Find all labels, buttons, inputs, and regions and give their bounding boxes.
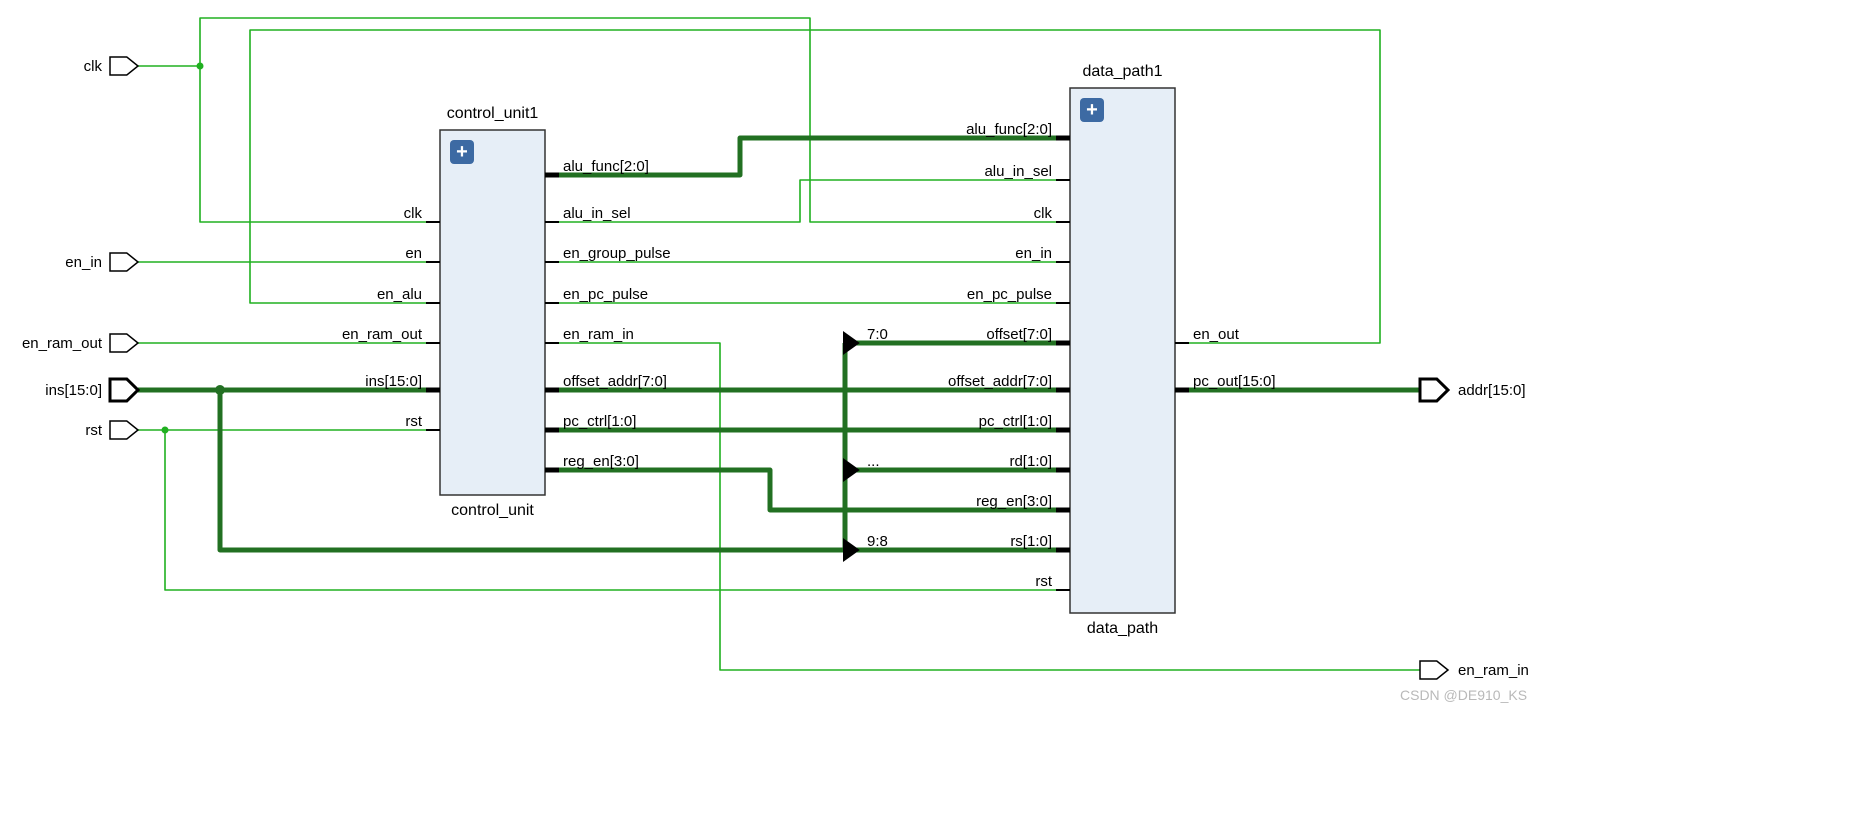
input-port-rst: rst [85,421,138,439]
input-ports: clk en_in en_ram_out ins[15:0] rst [22,57,138,439]
control_unit-expand-button[interactable]: + [450,140,474,164]
input-port-en_ram_out: en_ram_out [22,334,138,352]
input-port-label: en_in [65,254,102,271]
plus-icon: + [1086,99,1098,121]
control_unit-left-port-label: clk [404,205,423,222]
control_unit-left-port-label: en_alu [377,286,422,303]
control_unit-right-port-label: offset_addr[7:0] [563,373,667,390]
output-port-en_ram_in: en_ram_in [1420,661,1529,679]
bus-tap-label: 9:8 [867,533,888,550]
input-port-label: en_ram_out [22,335,103,352]
data_path-left-port-label: rd[1:0] [1009,453,1052,470]
data_path-left-port-label: offset_addr[7:0] [948,373,1052,390]
control_unit-right-port-label: en_group_pulse [563,245,671,262]
control_unit-left-port-label: en [405,245,422,262]
control_unit-right-port-label: en_ram_in [563,326,634,343]
bus-tap-label: 7:0 [867,326,888,343]
data_path-left-port-label: en_in [1015,245,1052,262]
bus-tap-label: ... [867,453,880,470]
control_unit-right-port-label: pc_ctrl[1:0] [563,413,636,430]
data_path-right-port-label: en_out [1193,326,1240,343]
plus-icon: + [456,141,468,163]
data_path-left-port-label: offset[7:0] [986,326,1052,343]
output-port-addr: addr[15:0] [1420,379,1526,401]
data_path-left-port-label: alu_func[2:0] [966,121,1052,138]
input-port-en_in: en_in [65,253,138,271]
control_unit-right-port-label: alu_in_sel [563,205,631,222]
input-port-clk: clk [84,57,138,75]
output-port-label: addr[15:0] [1458,382,1526,399]
input-port-ins: ins[15:0] [45,379,138,401]
control_unit-title-bottom: control_unit [451,502,534,519]
output-ports: addr[15:0] en_ram_in [1420,379,1529,679]
watermark: CSDN @DE910_KS [1400,687,1527,703]
data_path-title-bottom: data_path [1087,620,1158,637]
data_path-left-port-label: rs[1:0] [1010,533,1052,550]
control_unit-right-port-label: reg_en[3:0] [563,453,639,470]
data_path-left-port-label: alu_in_sel [984,163,1052,180]
input-port-label: rst [85,422,102,439]
input-port-label: ins[15:0] [45,382,102,399]
control_unit-left-port-label: ins[15:0] [365,373,422,390]
control_unit-left-port-label: rst [405,413,422,430]
data_path-left-port-label: clk [1034,205,1053,222]
data_path-title-top: data_path1 [1082,63,1162,80]
data_path-left-port-label: en_pc_pulse [967,286,1052,303]
control_unit-right-port-label: alu_func[2:0] [563,158,649,175]
schematic-diagram: 7:0... 9:8 clk en_in en_ram_out ins[15:0] rst… [0,0,1852,824]
data_path-left-port-label: reg_en[3:0] [976,493,1052,510]
control_unit-title-top: control_unit1 [447,105,539,122]
data_path-left-port-label: pc_ctrl[1:0] [979,413,1052,430]
control_unit-left-port-label: en_ram_out [342,326,423,343]
output-port-label: en_ram_in [1458,662,1529,679]
data_path-left-port-label: rst [1035,573,1052,590]
control-unit-block: control_unit1 control_unit + clk en en_alu en_… [342,105,671,519]
data_path-expand-button[interactable]: + [1080,98,1104,122]
input-port-label: clk [84,58,103,75]
wiring-layer: 7:0... 9:8 [138,18,1420,670]
control_unit-right-port-label: en_pc_pulse [563,286,648,303]
data_path-right-port-label: pc_out[15:0] [1193,373,1276,390]
